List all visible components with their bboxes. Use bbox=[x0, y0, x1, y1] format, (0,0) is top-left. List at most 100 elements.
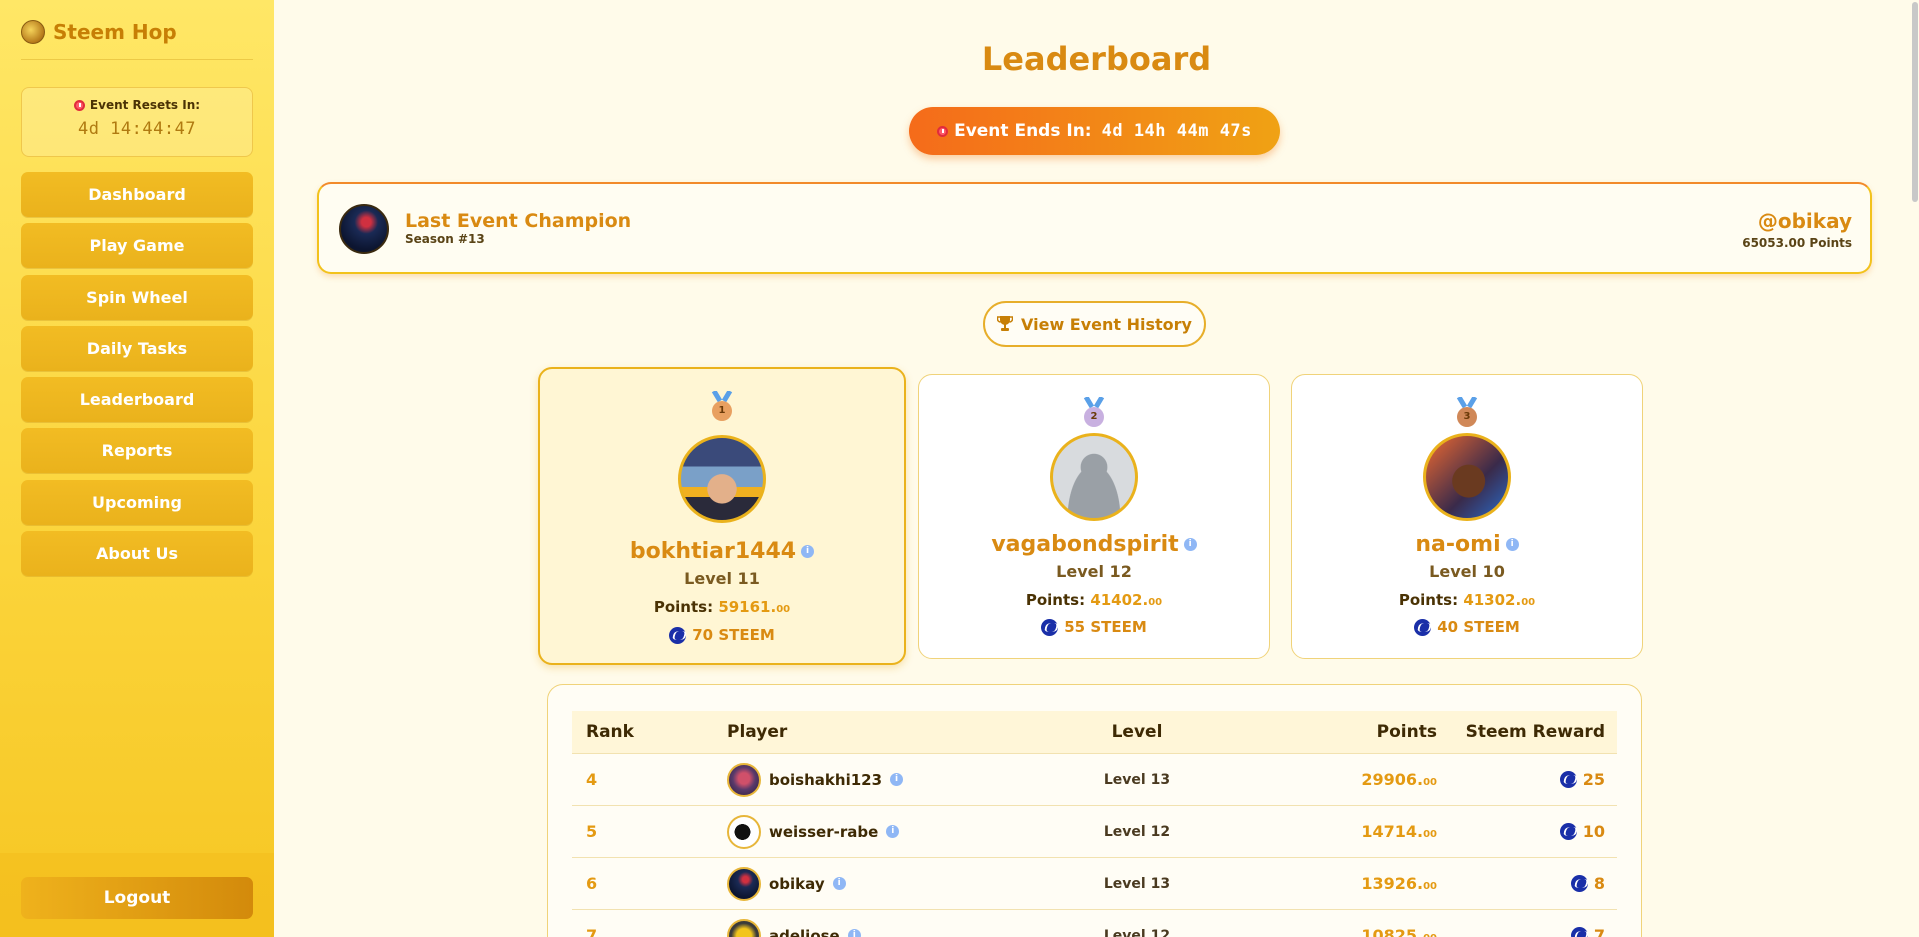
row-player: adeljose i bbox=[727, 918, 1027, 937]
table-row[interactable]: 6 obikay i Level 13 13926.00 8 bbox=[572, 858, 1617, 910]
info-icon[interactable]: i bbox=[1183, 538, 1197, 551]
table-row[interactable]: 5 weisser-rabe i Level 12 14714.00 10 bbox=[572, 806, 1617, 858]
info-icon[interactable]: i bbox=[801, 545, 815, 558]
medal-number: 1 bbox=[712, 401, 732, 421]
row-reward: 7 bbox=[1437, 926, 1617, 937]
points-decimal: 00 bbox=[1521, 597, 1536, 608]
sidebar-item-daily-tasks[interactable]: Daily Tasks bbox=[21, 325, 253, 371]
champion-name[interactable]: @obikay bbox=[1758, 209, 1852, 233]
sidebar-item-upcoming[interactable]: Upcoming bbox=[21, 479, 253, 525]
row-player: obikay i bbox=[727, 866, 1027, 901]
points-value: 10825. bbox=[1361, 926, 1424, 937]
sidebar-item-dashboard[interactable]: Dashboard bbox=[21, 172, 253, 217]
page-scrollbar[interactable] bbox=[1911, 0, 1919, 937]
champion-points: 65053.00 Points bbox=[1742, 236, 1852, 250]
row-reward: 25 bbox=[1437, 770, 1617, 789]
podium-card-third[interactable]: 3 na-omi i Level 10 Points: 41302.00 40 … bbox=[1291, 374, 1643, 659]
info-icon[interactable]: i bbox=[1505, 538, 1519, 551]
player-reward: 70 STEEM bbox=[540, 626, 904, 644]
champion-season: Season #13 bbox=[405, 232, 485, 246]
player-name[interactable]: boishakhi123 bbox=[769, 771, 882, 789]
player-level: Level 12 bbox=[1056, 562, 1132, 581]
timer-label: Event Resets In: bbox=[89, 98, 201, 112]
sidebar-item-spin-wheel[interactable]: Spin Wheel bbox=[21, 274, 253, 320]
event-countdown-label-row: Event Ends In: bbox=[937, 121, 1092, 141]
player-level: Level 11 bbox=[684, 569, 760, 588]
points-value: 13926. bbox=[1361, 874, 1424, 893]
logout-button[interactable]: Logout bbox=[21, 877, 253, 919]
brand[interactable]: Steem Hop bbox=[21, 20, 253, 60]
sidebar-item-play-game[interactable]: Play Game bbox=[21, 223, 253, 269]
table-row[interactable]: 4 boishakhi123 i Level 13 29906.00 25 bbox=[572, 754, 1617, 806]
medal-icon: 1 bbox=[710, 389, 734, 421]
info-icon[interactable]: i bbox=[886, 825, 900, 838]
player-points: Points: 59161.00 bbox=[540, 598, 904, 616]
row-level: Level 13 bbox=[1103, 771, 1171, 788]
leaderboard-table: Rank Player Level Points Steem Reward 4 … bbox=[572, 711, 1617, 937]
points-decimal: 00 bbox=[1423, 881, 1437, 892]
sidebar-item-leaderboard[interactable]: Leaderboard bbox=[21, 377, 253, 423]
event-reset-timer: Event Resets In: 4d 14:44:47 bbox=[21, 87, 253, 157]
player-name[interactable]: bokhtiar1444 bbox=[630, 539, 796, 564]
player-name[interactable]: vagabondspirit bbox=[991, 532, 1178, 557]
steem-icon bbox=[1559, 771, 1577, 788]
points-value: 41402. bbox=[1090, 591, 1149, 609]
points-decimal: 00 bbox=[776, 604, 791, 615]
reward-value: 7 bbox=[1593, 926, 1605, 937]
page-title: Leaderboard bbox=[981, 40, 1212, 78]
player-reward: 40 STEEM bbox=[1292, 618, 1642, 636]
avatar bbox=[727, 814, 761, 849]
view-event-history-button[interactable]: View Event History bbox=[983, 301, 1206, 347]
event-countdown-label: Event Ends In: bbox=[954, 121, 1092, 141]
sidebar-item-about-us[interactable]: About Us bbox=[21, 531, 253, 577]
scrollbar-thumb[interactable] bbox=[1912, 2, 1918, 202]
sidebar-item-reports[interactable]: Reports bbox=[21, 428, 253, 474]
points-label: Points: bbox=[1025, 591, 1086, 609]
header-reward: Steem Reward bbox=[1465, 722, 1605, 742]
row-points: 29906.00 bbox=[1247, 770, 1437, 789]
reward-value: 55 STEEM bbox=[1064, 618, 1147, 636]
medal-icon: 3 bbox=[1455, 395, 1479, 427]
header-points: Points bbox=[1376, 722, 1437, 742]
event-countdown: Event Ends In: 4d 14h 44m 47s bbox=[909, 107, 1280, 155]
steem-icon bbox=[669, 626, 687, 644]
table-header: Rank Player Level Points Steem Reward bbox=[572, 711, 1617, 754]
podium-card-second[interactable]: 2 vagabondspirit i Level 12 Points: 4140… bbox=[918, 374, 1270, 659]
header-player: Player bbox=[727, 722, 788, 742]
points-value: 59161. bbox=[718, 598, 777, 616]
player-name[interactable]: weisser-rabe bbox=[769, 823, 878, 841]
trophy-icon bbox=[997, 316, 1014, 331]
row-level: Level 12 bbox=[1103, 927, 1171, 937]
points-decimal: 00 bbox=[1423, 933, 1437, 937]
steem-icon bbox=[1570, 927, 1588, 937]
avatar bbox=[727, 866, 761, 901]
sidebar: Steem Hop Event Resets In: 4d 14:44:47 D… bbox=[0, 0, 274, 937]
medal-icon: 2 bbox=[1082, 395, 1106, 427]
player-name-row: vagabondspirit i bbox=[919, 532, 1269, 557]
player-name[interactable]: adeljose bbox=[769, 927, 840, 937]
view-event-history-label: View Event History bbox=[1021, 314, 1192, 334]
row-player: boishakhi123 i bbox=[727, 762, 1027, 797]
player-name[interactable]: obikay bbox=[769, 875, 825, 893]
table-row[interactable]: 7 adeljose i Level 12 10825.00 7 bbox=[572, 910, 1617, 937]
steem-icon bbox=[1414, 618, 1432, 636]
player-name[interactable]: na-omi bbox=[1415, 532, 1500, 557]
player-name-row: na-omi i bbox=[1292, 532, 1642, 557]
info-icon[interactable]: i bbox=[890, 773, 904, 786]
header-rank: Rank bbox=[586, 722, 634, 742]
row-points: 13926.00 bbox=[1247, 874, 1437, 893]
coin-logo-icon bbox=[21, 20, 45, 44]
reward-value: 8 bbox=[1593, 874, 1605, 893]
info-icon[interactable]: i bbox=[847, 929, 861, 937]
steem-icon bbox=[1041, 618, 1059, 636]
steem-icon bbox=[1559, 823, 1577, 840]
points-value: 14714. bbox=[1361, 822, 1424, 841]
points-value: 29906. bbox=[1361, 770, 1424, 789]
points-decimal: 00 bbox=[1423, 777, 1437, 788]
points-decimal: 00 bbox=[1148, 597, 1163, 608]
reward-value: 70 STEEM bbox=[692, 626, 775, 644]
points-label: Points: bbox=[653, 598, 714, 616]
info-icon[interactable]: i bbox=[832, 877, 846, 890]
avatar bbox=[727, 762, 761, 797]
podium-card-first[interactable]: 1 bokhtiar1444 i Level 11 Points: 59161.… bbox=[538, 367, 906, 665]
